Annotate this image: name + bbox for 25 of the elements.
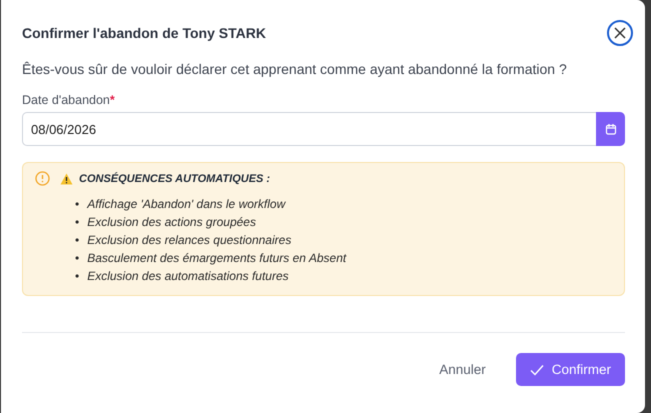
consequence-item: Basculement des émargements futurs en Absent — [87, 250, 346, 266]
bullet: • — [75, 197, 80, 211]
field-label: Date d'abandon — [22, 93, 110, 107]
date-field[interactable]: 08/06/2026 — [22, 112, 596, 146]
bullet: • — [75, 215, 80, 229]
confirm-button[interactable]: Confirmer — [516, 353, 625, 386]
consequence-item: Exclusion des automatisations futures — [87, 268, 289, 284]
required-mark: * — [110, 93, 115, 107]
close-icon — [613, 26, 627, 40]
cancel-button[interactable]: Annuler — [425, 353, 500, 386]
consequence-item: Exclusion des relances questionnaires — [87, 232, 292, 248]
warning-icon — [60, 172, 73, 184]
consequence-item: Exclusion des actions groupées — [87, 214, 256, 230]
warning-heading: CONSÉQUENCES AUTOMATIQUES : — [79, 172, 270, 184]
confirmation-question: Êtes-vous sûr de vouloir déclarer cet apprenant comme ayant abandonné la formation ? — [22, 61, 568, 77]
bullet: • — [75, 233, 80, 247]
calendar-icon — [604, 123, 616, 135]
check-icon — [530, 364, 544, 376]
calendar-button[interactable] — [596, 112, 625, 146]
info-icon — [35, 171, 50, 186]
close-button[interactable] — [607, 20, 633, 46]
dialog-title: Confirmer l'abandon de Tony STARK — [22, 25, 266, 41]
consequence-item: Affichage 'Abandon' dans le workflow — [87, 196, 286, 212]
bullet: • — [75, 251, 80, 265]
bullet: • — [75, 269, 80, 283]
